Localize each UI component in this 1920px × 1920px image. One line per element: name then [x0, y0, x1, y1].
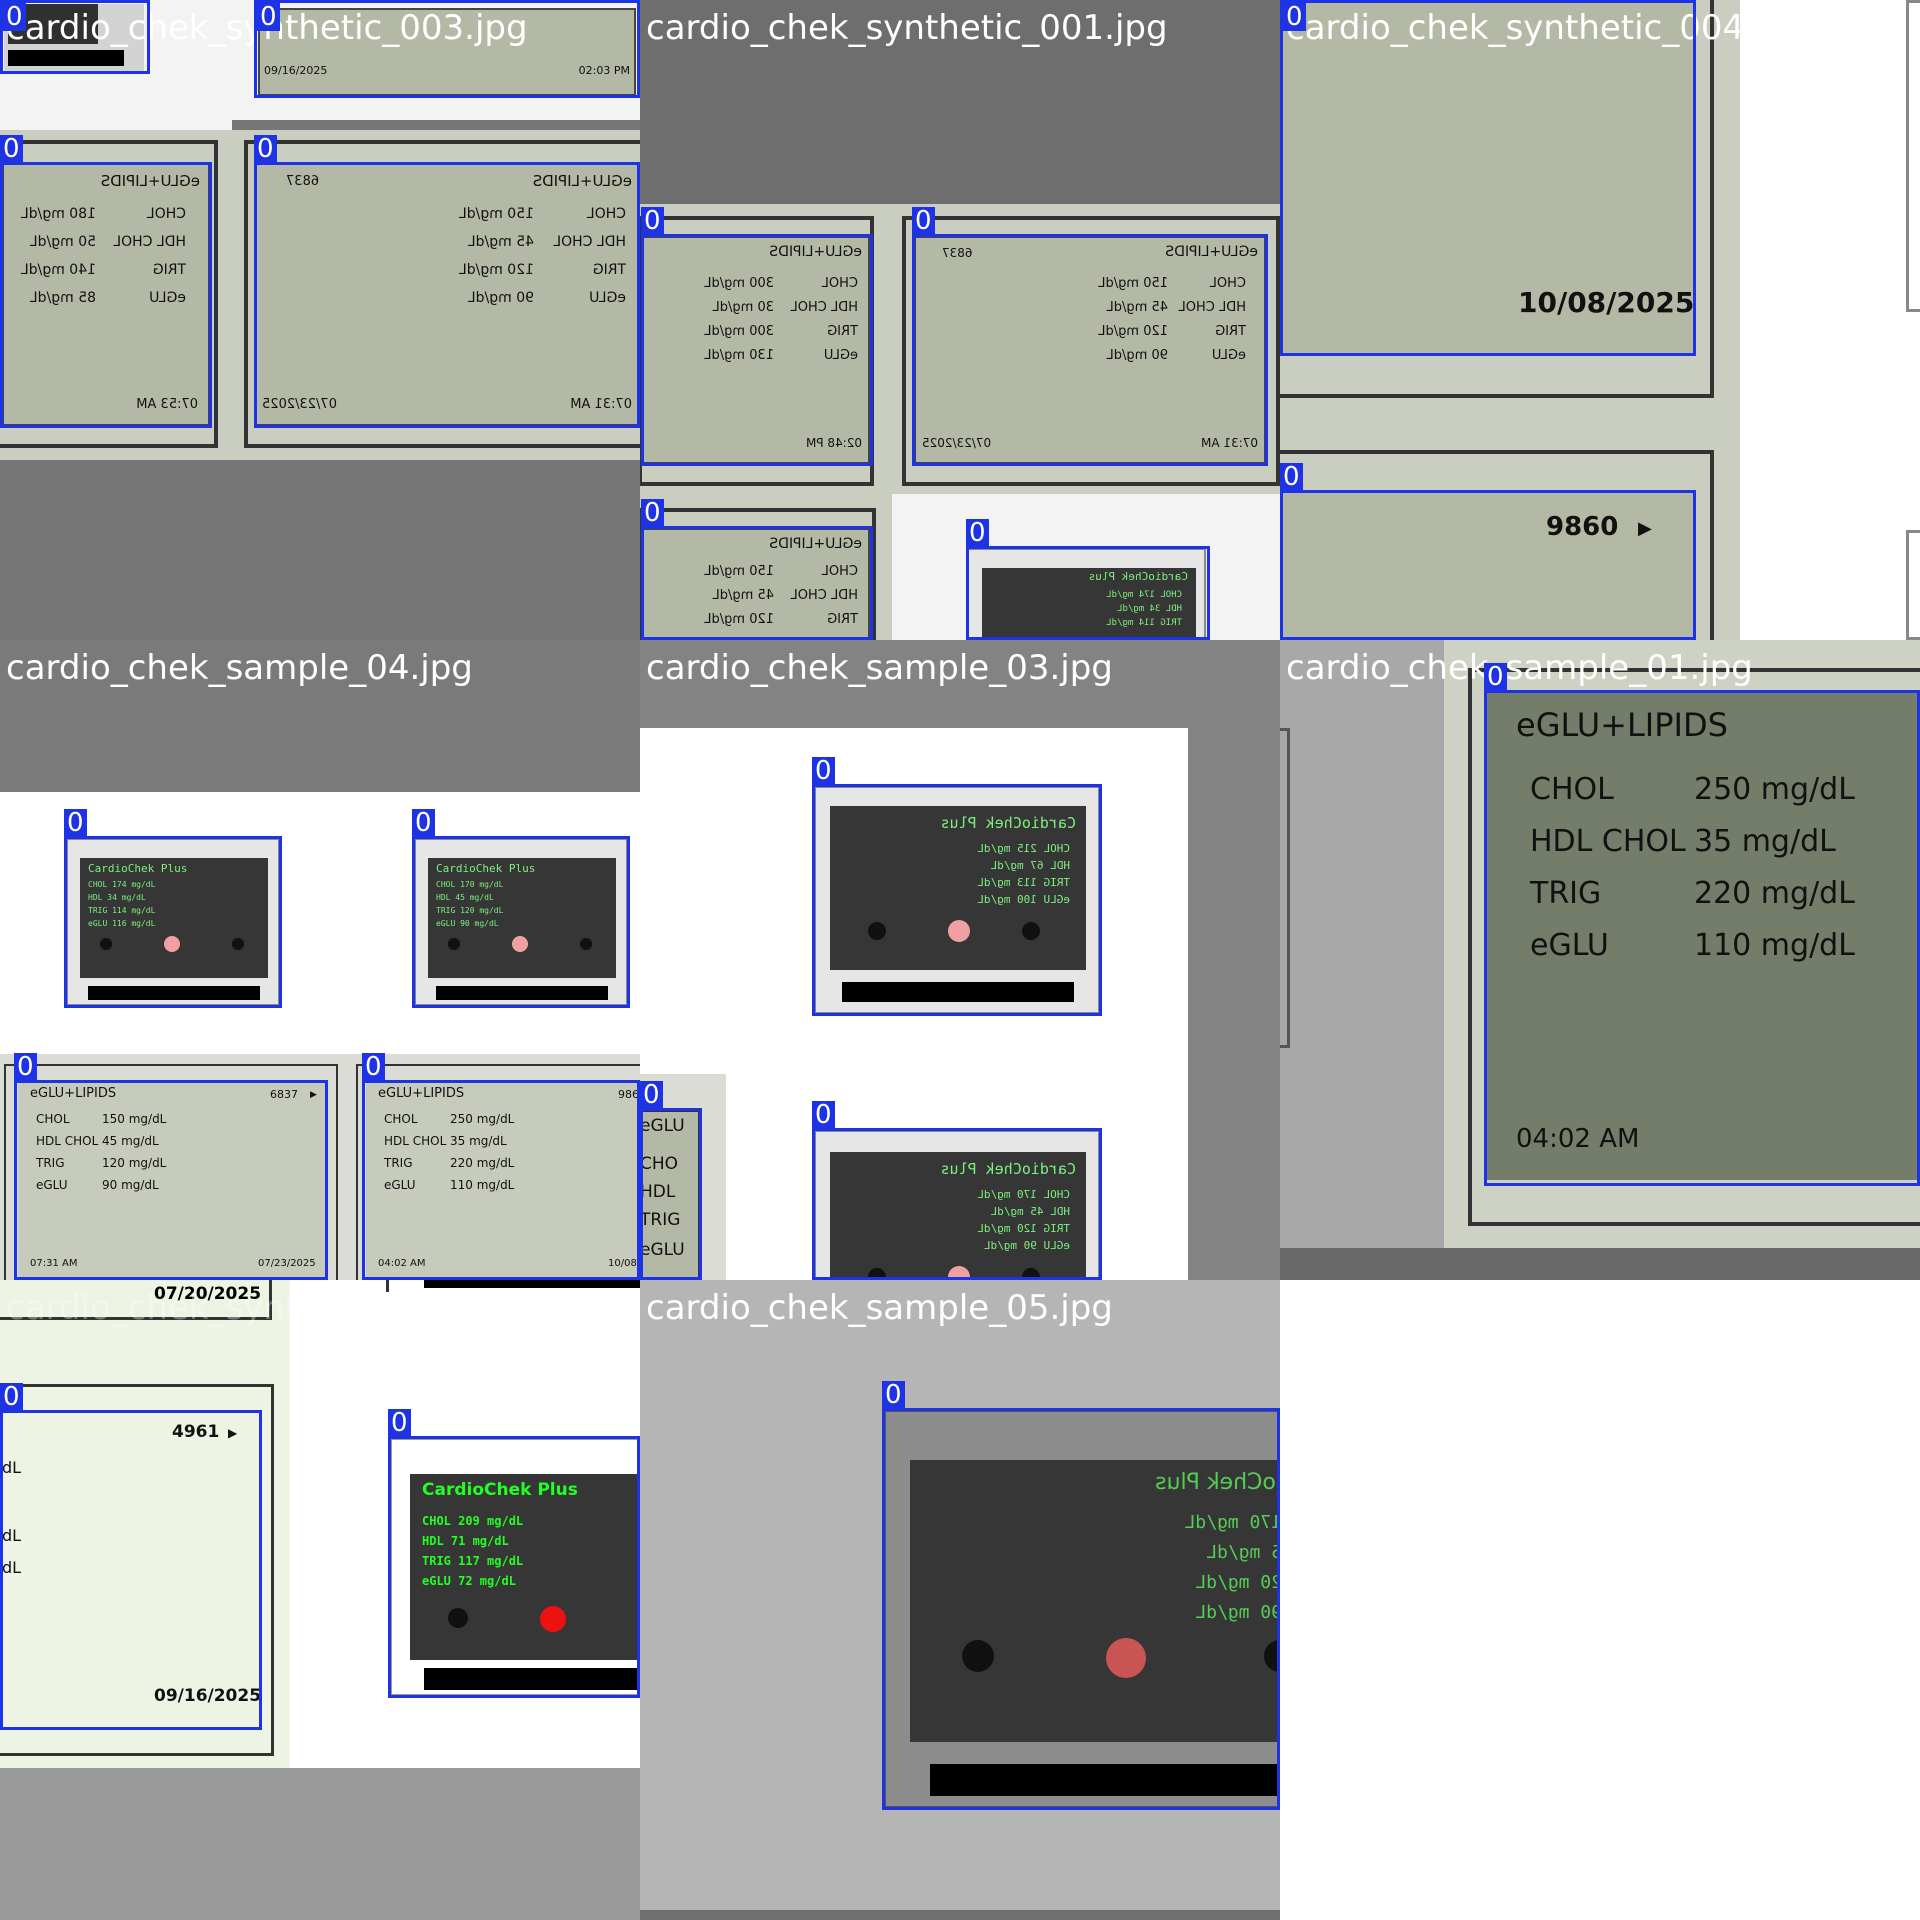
detection-box[interactable]: 0	[1280, 0, 1696, 356]
detection-box[interactable]: 0	[0, 1383, 262, 1730]
detection-label: 0	[1280, 463, 1303, 491]
tile-title: cardio_chek_sample_03.jpg	[646, 648, 1113, 688]
detection-label: 0	[388, 1409, 411, 1437]
tile-sample-04: CardioChek Plus CHOL 174 mg/dL HDL 34 mg…	[0, 640, 640, 1280]
tile-synthetic-001: eGLU+LIPIDS CHOL 300 mg/dL HDL CHOL 30 m…	[640, 0, 1280, 640]
tile-synthetic-004: 10/08/2025 9860 ▶ cardio_chek_synthetic_…	[1280, 0, 1920, 640]
tile-title: cardio_chek_synthetic_005.jpg	[6, 1288, 528, 1328]
detection-box[interactable]: 0	[640, 1081, 702, 1280]
tile-synthetic-003: 09/16/2025 02:03 PM eGLU+LIPIDS CHOL 180…	[0, 0, 640, 640]
edge-device	[1906, 530, 1920, 640]
device-bar	[424, 1280, 640, 1288]
detection-box[interactable]: 0	[362, 1053, 640, 1280]
detection-label: 0	[254, 135, 277, 163]
detection-box[interactable]: 0	[812, 1101, 1102, 1280]
detection-label: 0	[64, 809, 87, 837]
detection-label: 0	[412, 809, 435, 837]
detection-label: 0	[812, 1101, 835, 1129]
detection-box[interactable]: 0	[812, 757, 1102, 1016]
detection-label: 0	[1283, 3, 1306, 31]
detection-box[interactable]: 0	[254, 135, 640, 428]
tile-sample-01: eGLU+LIPIDS CHOL 250 mg/dL HDL CHOL 35 m…	[1280, 640, 1920, 1280]
detection-box[interactable]: 0	[1280, 463, 1696, 640]
detection-box[interactable]: 0	[412, 809, 630, 1008]
detection-box[interactable]: 0	[641, 207, 873, 466]
detection-box[interactable]: 0	[0, 135, 212, 428]
detection-box[interactable]: 0	[14, 1053, 328, 1280]
detection-box[interactable]: 0	[0, 0, 150, 74]
tile-title: cardio_chek_sample_01.jpg	[1286, 648, 1753, 688]
detection-label: 0	[362, 1053, 385, 1081]
edge-device	[1906, 0, 1920, 312]
detection-box[interactable]: 0	[882, 1381, 1280, 1810]
detection-label: 0	[3, 3, 26, 31]
detection-label: 0	[641, 499, 664, 527]
detection-box[interactable]: 0	[388, 1409, 640, 1698]
detection-label: 0	[966, 519, 989, 547]
tile-title: cardio_chek_synthetic_001.jpg	[646, 8, 1168, 48]
detection-label: 0	[0, 135, 23, 163]
detection-label: 0	[640, 1081, 663, 1109]
detection-label: 0	[882, 1381, 905, 1409]
detection-label: 0	[812, 757, 835, 785]
detection-box[interactable]: 0	[254, 0, 640, 98]
detection-label: 0	[641, 207, 664, 235]
tile-background-dark	[1280, 1248, 1920, 1280]
detection-box[interactable]: 0	[912, 207, 1268, 466]
detection-label: 0	[257, 3, 280, 31]
detection-label: 0	[0, 1383, 23, 1411]
detection-box[interactable]: 0	[641, 499, 873, 640]
detection-box[interactable]: 0	[1484, 663, 1920, 1186]
detection-box[interactable]: 0	[966, 519, 1210, 640]
tile-background-dark	[640, 1910, 1280, 1920]
tile-title: cardio_chek_sample_05.jpg	[646, 1288, 1113, 1328]
tile-title: cardio_chek_sample_04.jpg	[6, 648, 473, 688]
tile-sample-03: eGLU CHO HDL TRIG eGLU CardioChek Plus C…	[640, 640, 1280, 1280]
tile-sample-05: ioChek Plus 170 mg/dL 5 mg/dL 20 mg/dL 9…	[640, 1280, 1280, 1920]
detection-label: 0	[1484, 663, 1507, 691]
detection-label: 0	[912, 207, 935, 235]
edge-device	[1280, 728, 1290, 1048]
tile-synthetic-005: 07/20/2025 4961 ▶ dL dL dL 09/16/2025 Ca…	[0, 1280, 640, 1920]
tile-background-gray	[0, 1768, 640, 1920]
detection-label: 0	[14, 1053, 37, 1081]
detection-box[interactable]: 0	[64, 809, 282, 1008]
